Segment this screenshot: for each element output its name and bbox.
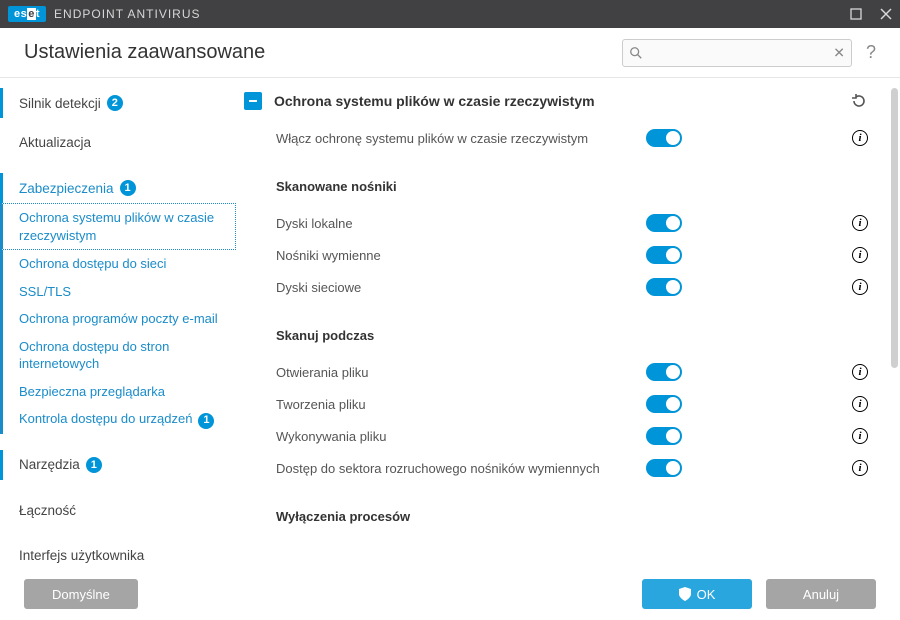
window-controls [850, 8, 892, 20]
sidebar-item-label: Zabezpieczenia [19, 181, 114, 196]
toggle-file-exec[interactable] [646, 427, 682, 445]
row-file-open: Otwierania pliku i [276, 356, 868, 388]
sidebar: Silnik detekcji 2 Aktualizacja Zabezpiec… [0, 78, 236, 568]
toggle-file-create[interactable] [646, 395, 682, 413]
badge-count: 1 [198, 413, 214, 429]
collapse-icon[interactable] [244, 92, 262, 110]
sidebar-item-label: Narzędzia [19, 457, 80, 472]
search-wrap: ✕ [622, 39, 852, 67]
sidebar-item-label: Bezpieczna przeglądarka [19, 384, 165, 399]
info-icon[interactable]: i [852, 396, 868, 412]
close-icon[interactable] [880, 8, 892, 20]
row-label: Wykonywania pliku [276, 429, 646, 444]
row-label: Dyski sieciowe [276, 280, 646, 295]
subheading-media: Skanowane nośniki [276, 161, 868, 200]
button-label: OK [697, 587, 716, 602]
sidebar-item-connectivity[interactable]: Łączność [0, 496, 236, 525]
badge-count: 1 [120, 180, 136, 196]
maximize-icon[interactable] [850, 8, 862, 20]
sidebar-item-ssl-tls[interactable]: SSL/TLS [0, 278, 236, 306]
toggle-removable-media[interactable] [646, 246, 682, 264]
row-enable-realtime: Włącz ochronę systemu plików w czasie rz… [276, 122, 868, 154]
search-icon [629, 46, 643, 60]
help-icon[interactable]: ? [866, 42, 876, 63]
sidebar-item-label: Ochrona dostępu do sieci [19, 256, 166, 271]
row-label: Dostęp do sektora rozruchowego nośników … [276, 461, 646, 476]
toggle-file-open[interactable] [646, 363, 682, 381]
info-icon[interactable]: i [852, 364, 868, 380]
toggle-local-drives[interactable] [646, 214, 682, 232]
info-icon[interactable]: i [852, 247, 868, 263]
sidebar-item-label: Aktualizacja [19, 135, 91, 150]
ok-button[interactable]: OK [642, 579, 752, 609]
sidebar-item-detection-engine[interactable]: Silnik detekcji 2 [0, 88, 236, 118]
sidebar-item-protections[interactable]: Zabezpieczenia 1 [0, 173, 236, 203]
footer: Domyślne OK Anuluj [0, 568, 900, 620]
row-local-drives: Dyski lokalne i [276, 207, 868, 239]
row-label: Włącz ochronę systemu plików w czasie rz… [276, 131, 646, 146]
button-label: Domyślne [52, 587, 110, 602]
titlebar: eset ENDPOINT ANTIVIRUS [0, 0, 900, 28]
page-title: Ustawienia zaawansowane [24, 41, 265, 64]
section-header: Ochrona systemu plików w czasie rzeczywi… [244, 92, 868, 110]
sidebar-item-tools[interactable]: Narzędzia 1 [0, 450, 236, 480]
sidebar-item-update[interactable]: Aktualizacja [0, 128, 236, 157]
sidebar-item-label: Interfejs użytkownika [19, 548, 144, 563]
row-label: Nośniki wymienne [276, 248, 646, 263]
toggle-enable-realtime[interactable] [646, 129, 682, 147]
row-file-exec: Wykonywania pliku i [276, 420, 868, 452]
content-pane: Ochrona systemu plików w czasie rzeczywi… [236, 78, 900, 568]
sidebar-item-realtime-fs[interactable]: Ochrona systemu plików w czasie rzeczywi… [0, 203, 236, 250]
shield-icon [679, 587, 691, 601]
subheading-scan-on: Skanuj podczas [276, 310, 868, 349]
scrollbar[interactable] [891, 88, 898, 368]
info-icon[interactable]: i [852, 460, 868, 476]
defaults-button[interactable]: Domyślne [24, 579, 138, 609]
brand-logo: eset [8, 6, 46, 22]
toggle-network-drives[interactable] [646, 278, 682, 296]
sidebar-protections-children: Ochrona systemu plików w czasie rzeczywi… [0, 203, 236, 434]
row-label: Tworzenia pliku [276, 397, 646, 412]
cancel-button[interactable]: Anuluj [766, 579, 876, 609]
sidebar-item-label: Ochrona programów poczty e-mail [19, 311, 218, 326]
row-boot-sector: Dostęp do sektora rozruchowego nośników … [276, 452, 868, 484]
sidebar-item-network-access[interactable]: Ochrona dostępu do sieci [0, 250, 236, 278]
undo-icon[interactable] [850, 92, 868, 110]
row-file-create: Tworzenia pliku i [276, 388, 868, 420]
sidebar-item-label: SSL/TLS [19, 284, 71, 299]
sidebar-item-web-access[interactable]: Ochrona dostępu do stron internetowych [0, 333, 236, 378]
sidebar-item-label: Silnik detekcji [19, 96, 101, 111]
subheading-process-excl: Wyłączenia procesów [276, 491, 868, 530]
info-icon[interactable]: i [852, 215, 868, 231]
sidebar-item-label: Ochrona systemu plików w czasie rzeczywi… [19, 210, 214, 243]
row-removable-media: Nośniki wymienne i [276, 239, 868, 271]
sidebar-item-ui[interactable]: Interfejs użytkownika [0, 541, 236, 568]
sidebar-item-label: Kontrola dostępu do urządzeń [19, 411, 192, 426]
info-icon[interactable]: i [852, 279, 868, 295]
row-label: Dyski lokalne [276, 216, 646, 231]
sidebar-item-email-client[interactable]: Ochrona programów poczty e-mail [0, 305, 236, 333]
button-label: Anuluj [803, 587, 839, 602]
row-network-drives: Dyski sieciowe i [276, 271, 868, 303]
toggle-boot-sector[interactable] [646, 459, 682, 477]
search-clear-icon[interactable]: ✕ [833, 44, 845, 61]
section-title: Ochrona systemu plików w czasie rzeczywi… [274, 93, 595, 109]
info-icon[interactable]: i [852, 130, 868, 146]
badge-count: 1 [86, 457, 102, 473]
sidebar-item-label: Ochrona dostępu do stron internetowych [19, 339, 169, 372]
sidebar-item-secure-browser[interactable]: Bezpieczna przeglądarka [0, 378, 236, 406]
search-input[interactable] [622, 39, 852, 67]
info-icon[interactable]: i [852, 428, 868, 444]
row-label: Otwierania pliku [276, 365, 646, 380]
sidebar-item-label: Łączność [19, 503, 76, 518]
page-header: Ustawienia zaawansowane ✕ ? [0, 28, 900, 78]
sidebar-item-device-control[interactable]: Kontrola dostępu do urządzeń 1 [0, 405, 236, 433]
app-product-name: ENDPOINT ANTIVIRUS [54, 7, 200, 21]
badge-count: 2 [107, 95, 123, 111]
